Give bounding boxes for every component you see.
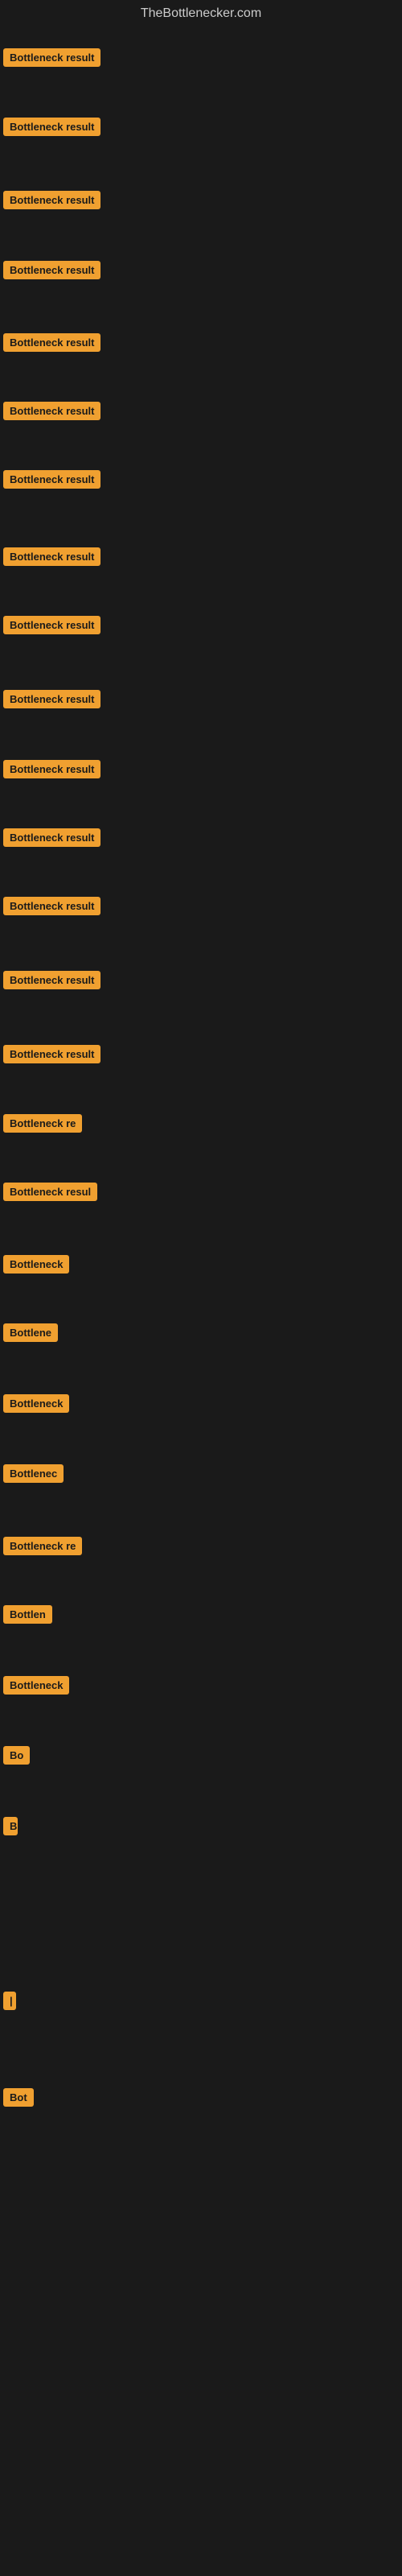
bottleneck-label: Bottleneck result <box>3 897 100 915</box>
bottleneck-result-badge: Bottlene <box>3 1323 58 1346</box>
bottleneck-result-badge: Bottleneck result <box>3 971 100 993</box>
bottleneck-label: Bottleneck resul <box>3 1183 97 1201</box>
bottleneck-result-badge: Bottleneck result <box>3 48 100 71</box>
bottleneck-result-badge: Bottleneck result <box>3 1045 100 1067</box>
bottleneck-result-badge: Bottleneck resul <box>3 1183 97 1205</box>
bottleneck-label: Bottleneck result <box>3 616 100 634</box>
bottleneck-result-badge: Bo <box>3 1746 30 1769</box>
bottleneck-label: Bot <box>3 2088 34 2107</box>
bottleneck-result-badge: Bot <box>3 2088 34 2111</box>
bottleneck-result-badge: Bottleneck result <box>3 828 100 851</box>
bottleneck-result-badge: Bottleneck result <box>3 547 100 570</box>
bottleneck-label: Bottleneck result <box>3 402 100 420</box>
bottleneck-result-badge: Bottleneck result <box>3 333 100 356</box>
bottleneck-result-badge: Bottleneck result <box>3 897 100 919</box>
bottleneck-label: Bottleneck result <box>3 191 100 209</box>
bottleneck-label: B <box>3 1817 18 1835</box>
bottleneck-result-badge: Bottleneck result <box>3 402 100 424</box>
bottleneck-result-badge: Bottleneck result <box>3 118 100 140</box>
bottleneck-label: | <box>3 1992 16 2010</box>
bottleneck-label: Bottleneck <box>3 1255 69 1274</box>
bottleneck-label: Bottleneck re <box>3 1114 82 1133</box>
bottleneck-result-badge: Bottleneck re <box>3 1537 82 1559</box>
bottleneck-label: Bottleneck <box>3 1394 69 1413</box>
bottleneck-label: Bottleneck result <box>3 261 100 279</box>
bottleneck-result-badge: Bottleneck <box>3 1394 69 1417</box>
bottleneck-result-badge: Bottleneck result <box>3 191 100 213</box>
bottleneck-label: Bottleneck re <box>3 1537 82 1555</box>
bottleneck-result-badge: | <box>3 1992 16 2014</box>
bottleneck-label: Bottleneck result <box>3 971 100 989</box>
bottleneck-label: Bottlen <box>3 1605 52 1624</box>
bottleneck-label: Bottleneck result <box>3 48 100 67</box>
bottleneck-label: Bottleneck result <box>3 118 100 136</box>
bottleneck-result-badge: B <box>3 1817 18 1839</box>
bottleneck-result-badge: Bottleneck result <box>3 760 100 782</box>
bottleneck-label: Bottleneck <box>3 1676 69 1695</box>
bottleneck-label: Bottleneck result <box>3 690 100 708</box>
bottleneck-result-badge: Bottleneck result <box>3 261 100 283</box>
bottleneck-result-badge: Bottleneck result <box>3 470 100 493</box>
bottleneck-result-badge: Bottlenec <box>3 1464 64 1487</box>
bottleneck-result-badge: Bottleneck re <box>3 1114 82 1137</box>
site-title: TheBottlenecker.com <box>0 0 402 27</box>
bottleneck-label: Bottleneck result <box>3 1045 100 1063</box>
bottleneck-result-badge: Bottleneck result <box>3 690 100 712</box>
bottleneck-label: Bottleneck result <box>3 760 100 778</box>
bottleneck-result-badge: Bottleneck <box>3 1676 69 1699</box>
bottleneck-label: Bottleneck result <box>3 828 100 847</box>
bottleneck-label: Bottlenec <box>3 1464 64 1483</box>
bottleneck-result-badge: Bottleneck <box>3 1255 69 1278</box>
bottleneck-label: Bo <box>3 1746 30 1765</box>
bottleneck-result-badge: Bottleneck result <box>3 616 100 638</box>
bottleneck-label: Bottleneck result <box>3 333 100 352</box>
bottleneck-label: Bottlene <box>3 1323 58 1342</box>
bottleneck-label: Bottleneck result <box>3 547 100 566</box>
bottleneck-label: Bottleneck result <box>3 470 100 489</box>
bottleneck-result-badge: Bottlen <box>3 1605 52 1628</box>
